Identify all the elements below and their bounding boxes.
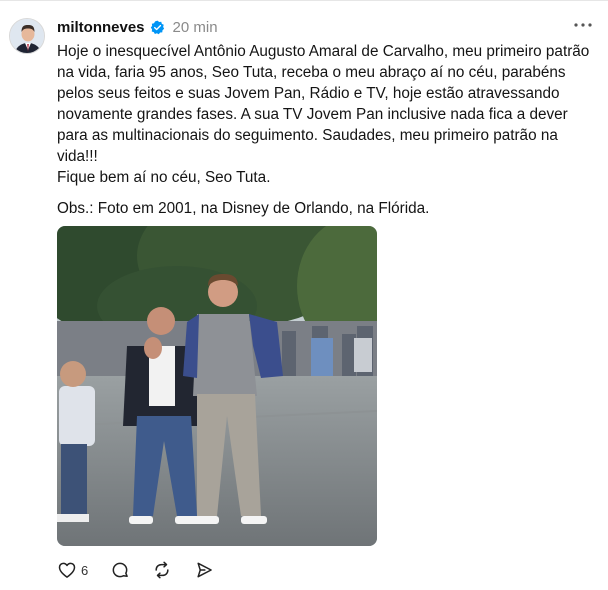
repost-icon <box>152 560 172 580</box>
like-button[interactable]: 6 <box>57 560 88 580</box>
post-photo[interactable] <box>57 226 377 546</box>
like-count: 6 <box>81 562 89 578</box>
username[interactable]: miltonneves <box>57 19 145 36</box>
comment-bubble-icon <box>110 560 130 580</box>
avatar[interactable] <box>9 18 45 54</box>
post-note-text: Obs.: Foto em 2001, na Disney de Orlando… <box>57 200 430 217</box>
verified-badge-icon <box>150 20 165 35</box>
post-header: miltonneves 20 min <box>57 17 218 37</box>
repost-button[interactable] <box>152 560 172 580</box>
more-options-icon[interactable] <box>571 15 595 35</box>
top-divider <box>0 0 608 1</box>
heart-icon <box>57 560 77 580</box>
post-actions: 6 <box>57 558 236 582</box>
post-timestamp[interactable]: 20 min <box>173 19 218 36</box>
send-icon <box>194 560 214 580</box>
share-button[interactable] <box>194 560 214 580</box>
reply-button[interactable] <box>110 560 130 580</box>
post-body-text: Hoje o inesquecível Antônio Augusto Amar… <box>57 43 590 186</box>
